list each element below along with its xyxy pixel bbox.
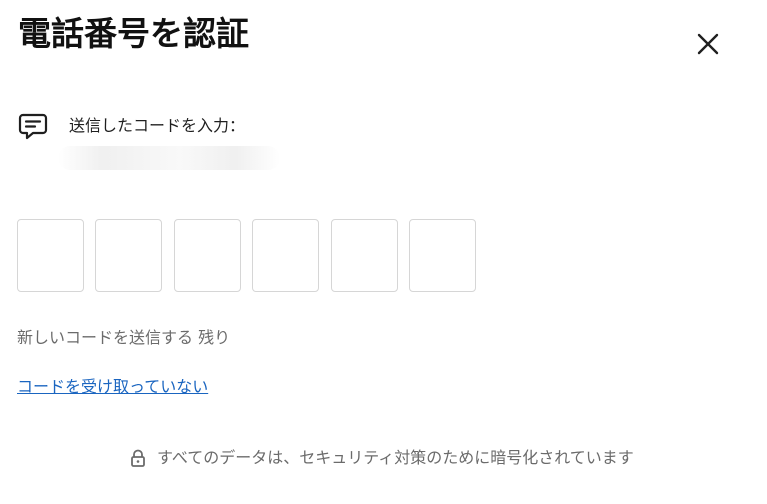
close-icon xyxy=(697,33,719,55)
security-notice: すべてのデータは、セキュリティ対策のために暗号化されています xyxy=(128,446,634,470)
otp-digit-2[interactable] xyxy=(95,219,163,292)
no-code-received-link[interactable]: コードを受け取っていない xyxy=(17,375,208,399)
security-notice-text: すべてのデータは、セキュリティ対策のために暗号化されています xyxy=(157,448,634,467)
otp-input-group xyxy=(17,219,487,292)
lock-icon xyxy=(128,448,148,468)
chat-message-icon xyxy=(18,111,48,141)
code-prompt: 送信したコードを入力： xyxy=(18,110,245,142)
code-prompt-label: 送信したコードを入力： xyxy=(69,116,246,135)
otp-digit-1[interactable] xyxy=(17,219,84,292)
resend-countdown-text: 新しいコードを送信する 残り xyxy=(17,328,231,347)
dialog-title: 電話番号を認証 xyxy=(18,14,249,53)
otp-digit-4[interactable] xyxy=(252,219,320,292)
otp-digit-3[interactable] xyxy=(173,219,241,292)
close-button[interactable] xyxy=(690,26,726,62)
masked-phone-number xyxy=(58,146,280,170)
otp-digit-5[interactable] xyxy=(330,219,398,292)
otp-digit-6[interactable] xyxy=(408,219,476,292)
